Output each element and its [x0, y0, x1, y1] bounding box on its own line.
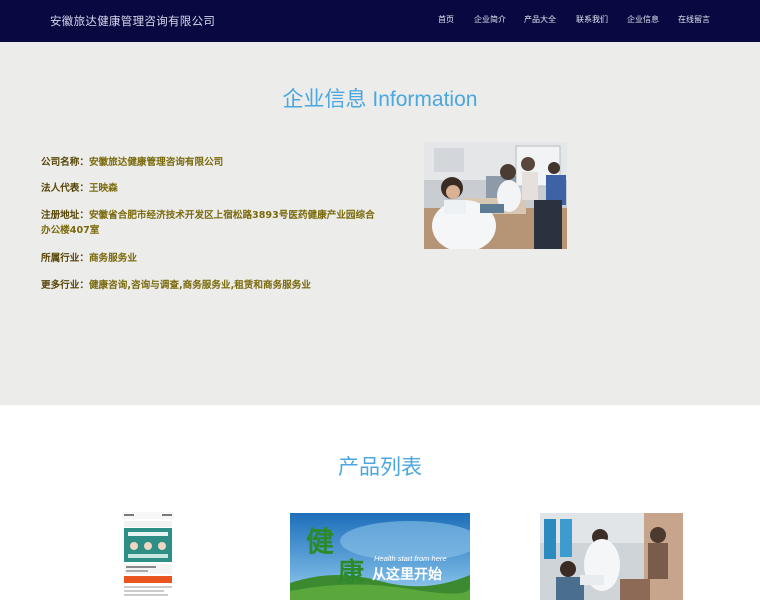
field-value: 安徽旅达健康管理咨询有限公司 [88, 157, 224, 168]
banner-english: Health start from here [374, 554, 447, 563]
product-image-clinic [540, 513, 683, 600]
nav-products[interactable]: 产品大全 [524, 14, 556, 25]
nav-message[interactable]: 在线留言 [678, 14, 710, 25]
field-label: 公司名称： [41, 157, 89, 168]
company-photo [424, 142, 567, 249]
nav-contact[interactable]: 联系我们 [576, 14, 608, 25]
banner-glyph-1: 健 [306, 525, 334, 558]
field-more-industry: 更多行业：健康咨询,咨询与调查,商务服务业,租赁和商务服务业 [41, 278, 376, 293]
nav-home[interactable]: 首页 [438, 14, 454, 25]
field-address: 注册地址：安徽省合肥市经济技术开发区上宿松路3893号医药健康产业园综合办公楼4… [41, 208, 376, 238]
field-value: 商务服务业 [88, 253, 137, 264]
product-item-1[interactable] [122, 512, 174, 600]
main-nav: 首页 企业简介 产品大全 联系我们 企业信息 在线留言 [0, 14, 760, 30]
top-navigation-bar: 安徽旅达健康管理咨询有限公司 首页 企业简介 产品大全 联系我们 企业信息 在线… [0, 0, 760, 42]
field-label: 更多行业： [41, 280, 89, 291]
section-title: 产品列表 [338, 455, 422, 479]
field-legal-rep: 法人代表：王映森 [41, 181, 376, 196]
products-section: 产品列表 健 康 Health start from here 从这里开始 [0, 405, 760, 600]
field-label: 所属行业： [41, 253, 89, 264]
nav-about[interactable]: 企业简介 [474, 14, 506, 25]
product-image-banner: 健 康 Health start from here 从这里开始 [290, 513, 470, 600]
product-image-phone [122, 512, 174, 600]
field-label: 法人代表： [41, 183, 89, 194]
banner-chinese: 从这里开始 [372, 566, 442, 583]
section-title: 企业信息 Information [282, 88, 478, 111]
product-item-3[interactable] [540, 513, 683, 600]
field-value: 安徽省合肥市经济技术开发区上宿松路3893号医药健康产业园综合办公楼407室 [41, 210, 375, 236]
banner-glyph-2: 康 [338, 557, 365, 588]
nav-company-info[interactable]: 企业信息 [627, 14, 659, 25]
field-industry: 所属行业：商务服务业 [41, 251, 376, 266]
field-label: 注册地址： [41, 210, 89, 221]
field-company-name: 公司名称：安徽旅达健康管理咨询有限公司 [41, 155, 376, 170]
product-item-2[interactable]: 健 康 Health start from here 从这里开始 [290, 513, 470, 600]
field-value: 王映森 [88, 183, 118, 194]
field-value: 健康咨询,咨询与调查,商务服务业,租赁和商务服务业 [88, 280, 311, 291]
company-info-section: 企业信息 Information 公司名称：安徽旅达健康管理咨询有限公司 法人代… [0, 42, 760, 405]
